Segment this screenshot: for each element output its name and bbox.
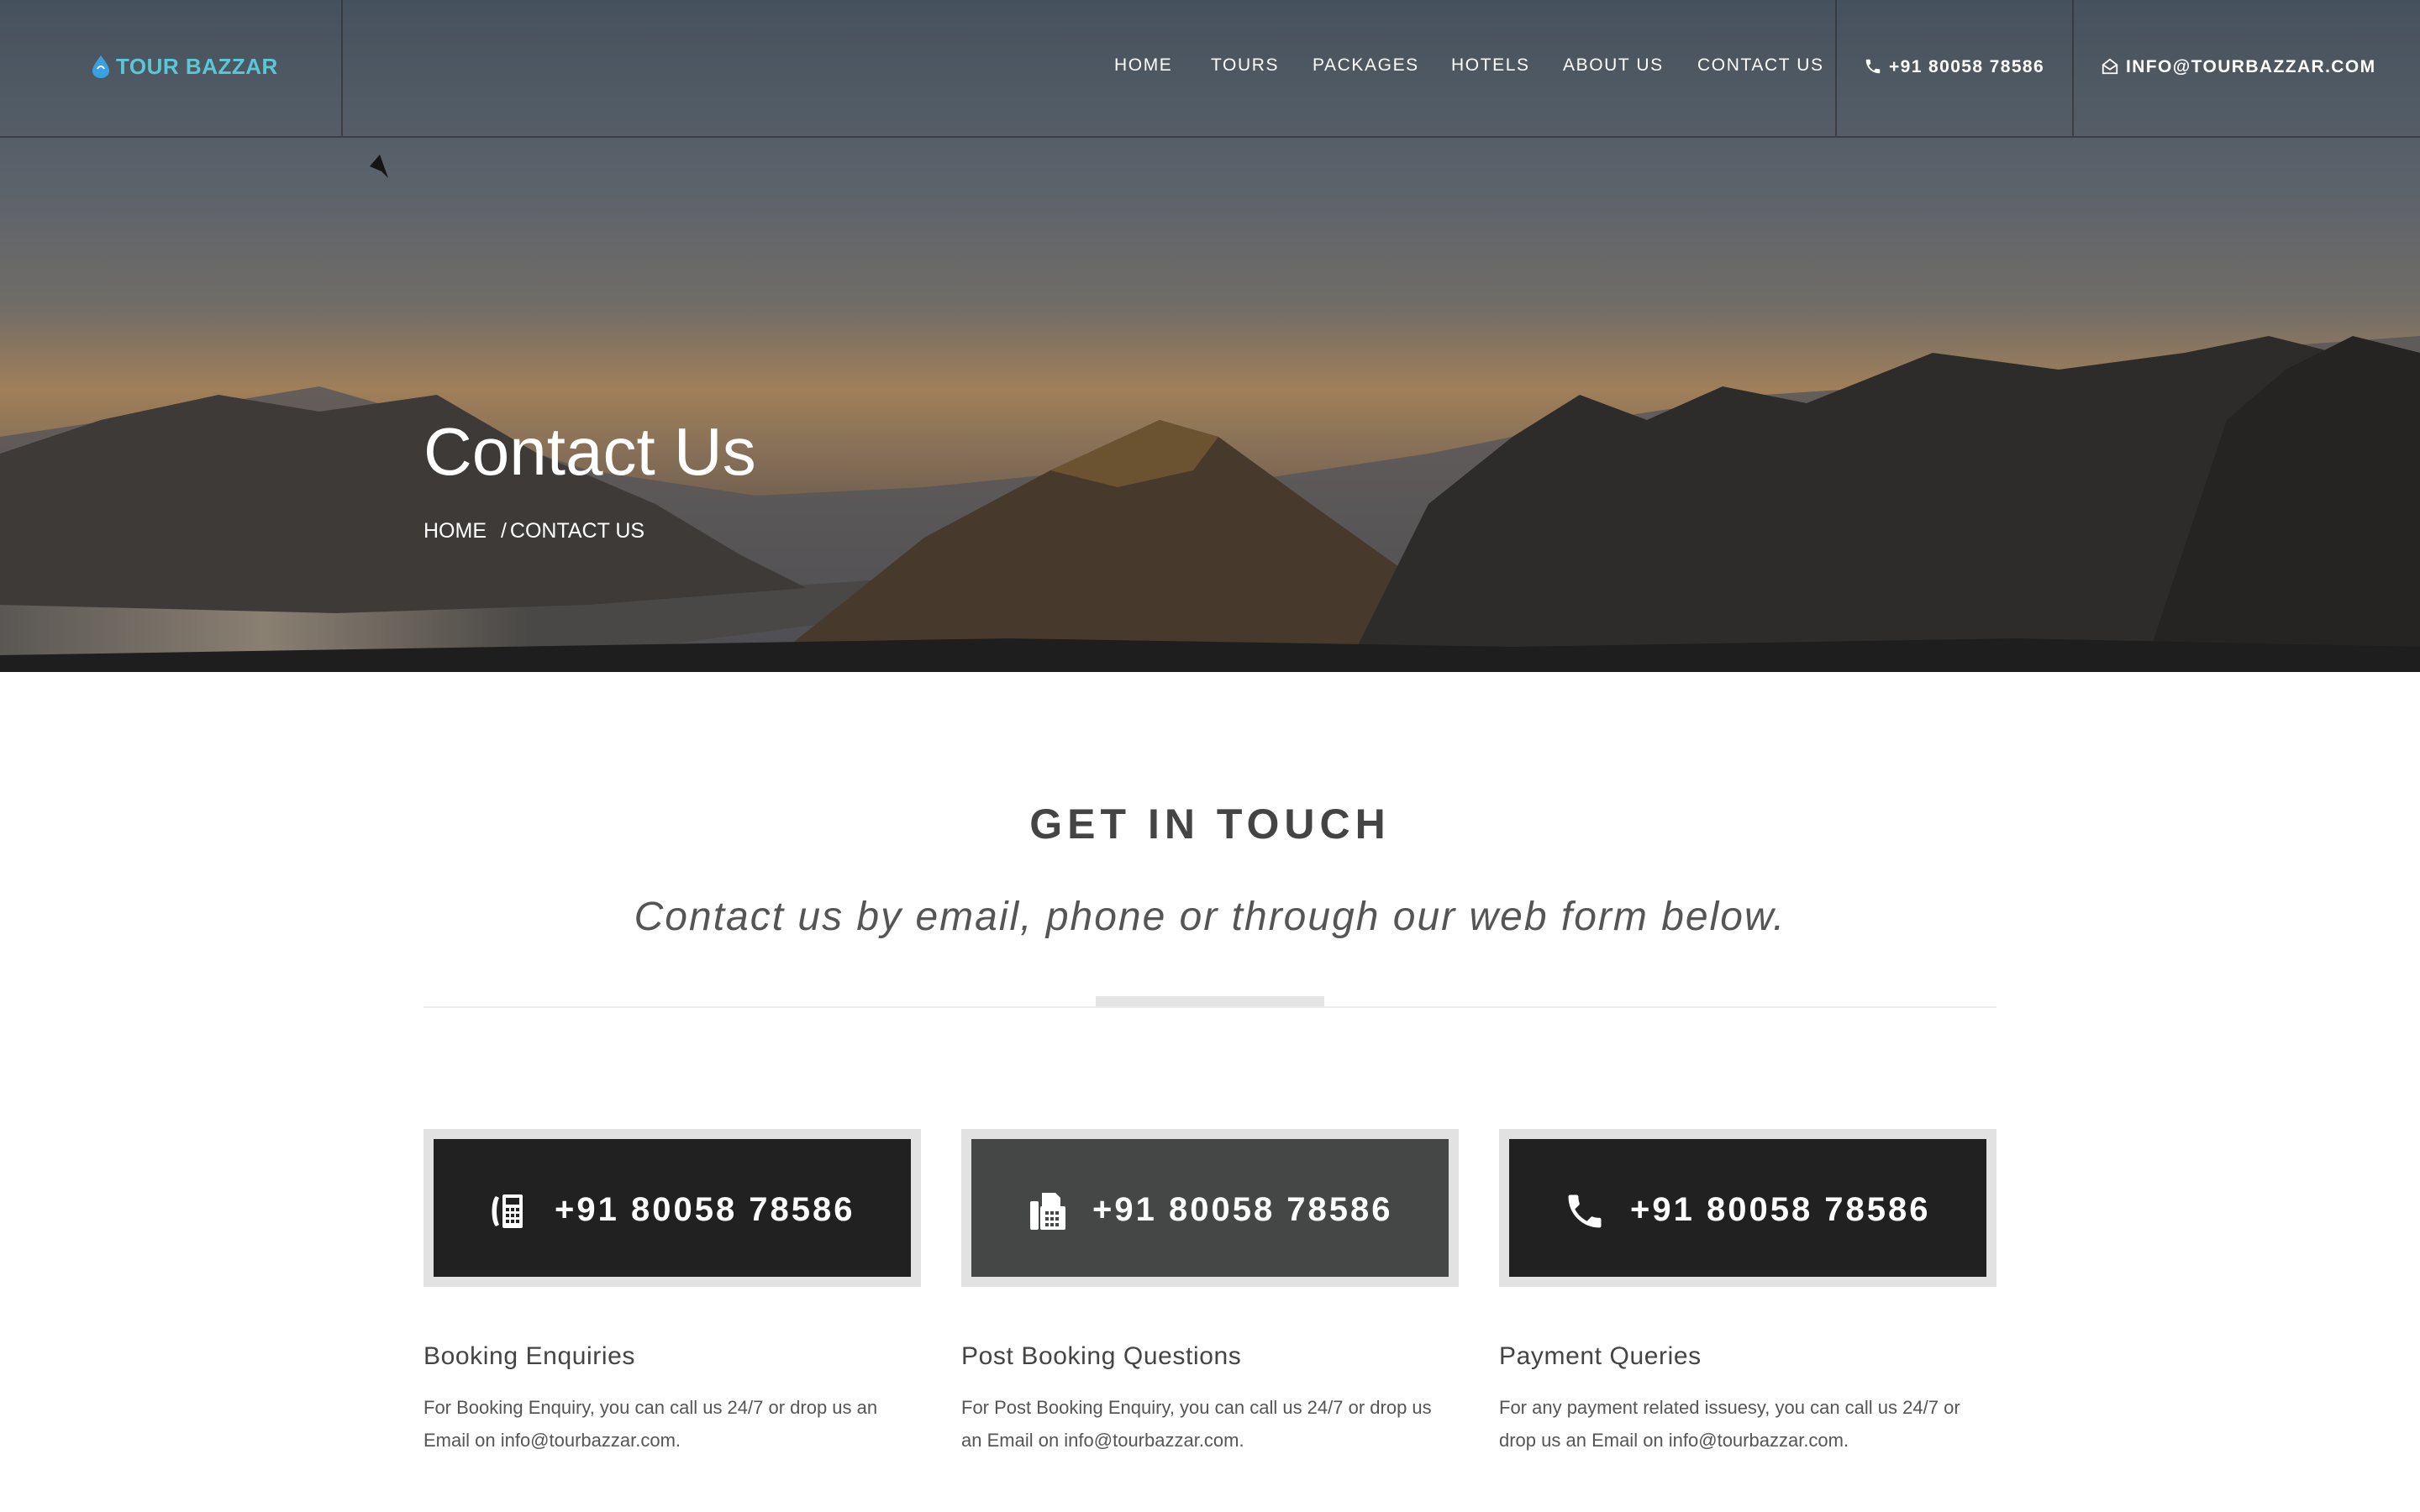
page-title: Contact Us <box>424 414 756 489</box>
column-text-booking: For Booking Enquiry, you can call us 24/… <box>424 1397 878 1451</box>
header-phone-text[interactable]: +91 80058 78586 <box>1889 57 2044 77</box>
site-header: TOUR BAZZAR HOME TOURS PACKAGES HOTELS A… <box>0 0 2420 138</box>
logo-text[interactable]: TOUR BAZZAR <box>116 54 278 80</box>
nav-tours[interactable]: TOURS <box>1211 55 1279 76</box>
header-email[interactable]: INFO@TOURBAZZAR.COM <box>2072 0 2420 136</box>
divider-line <box>424 1006 1996 1008</box>
logo-cell: TOUR BAZZAR <box>0 0 343 136</box>
landline-phone-icon <box>492 1194 523 1228</box>
header-email-text[interactable]: INFO@TOURBAZZAR.COM <box>2126 57 2376 77</box>
column-title-post-booking: Post Booking Questions <box>961 1342 1242 1370</box>
column-title-payment: Payment Queries <box>1499 1342 1702 1370</box>
contact-card-payment: +91 80058 78586 <box>1499 1129 1996 1287</box>
hero-banner: TOUR BAZZAR HOME TOURS PACKAGES HOTELS A… <box>0 0 2420 672</box>
column-text-post-booking: For Post Booking Enquiry, you can call u… <box>961 1397 1432 1451</box>
column-title-booking: Booking Enquiries <box>424 1342 636 1370</box>
contact-card-inner: +91 80058 78586 <box>1509 1139 1986 1277</box>
fax-icon <box>1030 1193 1065 1230</box>
column-text-payment: For any payment related issuesy, you can… <box>1499 1397 1960 1451</box>
section-subtitle: Contact us by email, phone or through ou… <box>634 895 1786 939</box>
contact-card-booking: +91 80058 78586 <box>424 1129 921 1287</box>
divider-accent <box>1096 996 1324 1006</box>
breadcrumb-home[interactable]: HOME <box>424 519 487 543</box>
contact-card-inner: +91 80058 78586 <box>971 1139 1449 1277</box>
nav-hotels[interactable]: HOTELS <box>1451 55 1530 76</box>
contact-card-post-booking: +91 80058 78586 <box>961 1129 1459 1287</box>
card-phone-number[interactable]: +91 80058 78586 <box>1630 1191 1931 1229</box>
phone-handset-icon <box>1568 1194 1602 1228</box>
droplet-logo-icon[interactable] <box>89 54 113 79</box>
nav-contact-us[interactable]: CONTACT US <box>1697 55 1824 76</box>
breadcrumb: HOME / CONTACT US <box>424 519 644 543</box>
card-phone-number[interactable]: +91 80058 78586 <box>1092 1191 1393 1229</box>
nav-about-us[interactable]: ABOUT US <box>1563 55 1664 76</box>
phone-icon <box>1865 59 1881 74</box>
breadcrumb-current: CONTACT US <box>509 519 645 543</box>
envelope-open-icon <box>2102 58 2118 75</box>
contact-card-inner: +91 80058 78586 <box>434 1139 911 1277</box>
nav-home[interactable]: HOME <box>1114 55 1172 76</box>
card-phone-number[interactable]: +91 80058 78586 <box>555 1191 855 1229</box>
section-title: GET IN TOUCH <box>1029 801 1391 848</box>
breadcrumb-separator: / <box>500 519 507 543</box>
header-phone[interactable]: +91 80058 78586 <box>1835 0 2074 136</box>
nav-packages[interactable]: PACKAGES <box>1313 55 1419 76</box>
